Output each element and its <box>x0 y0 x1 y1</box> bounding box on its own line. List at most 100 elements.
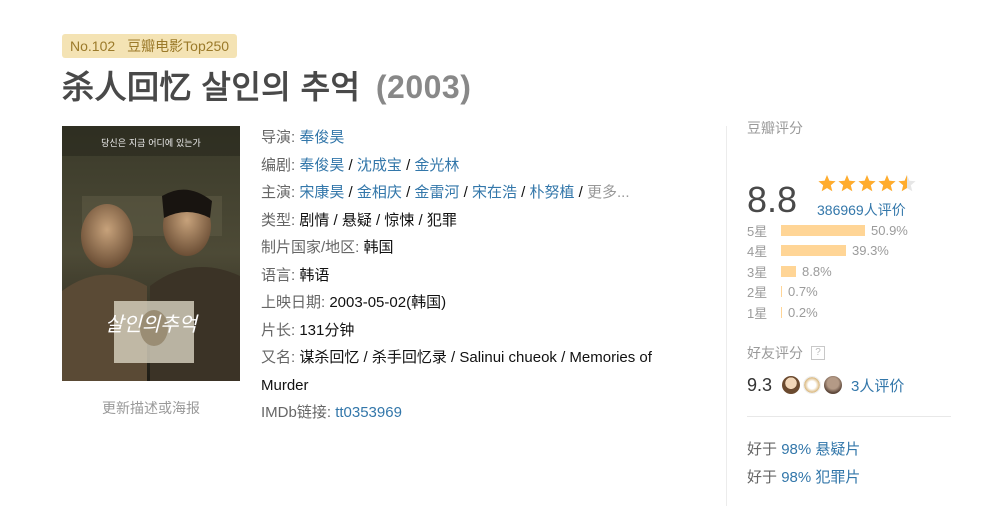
rating-bar-row: 1星 0.2% <box>747 302 908 323</box>
writer-link[interactable]: 奉俊昊 <box>299 157 344 174</box>
writer-link[interactable]: 沈成宝 <box>357 157 402 174</box>
avatar[interactable] <box>782 376 801 394</box>
aka-row: 又名: 谋杀回忆 / 杀手回忆录 / Salinui chueok / Memo… <box>261 344 701 399</box>
cast-link[interactable]: 朴努植 <box>529 184 574 201</box>
page-title: 杀人回忆 살인의 추억 (2003) <box>62 62 471 108</box>
cast-link[interactable]: 金雷河 <box>414 184 459 201</box>
rating-distribution: 5星 50.9% 4星 39.3% 3星 8.8% 2星 0.7% 1星 0.2% <box>747 220 908 323</box>
release-value: 2003-05-02(韩国) <box>329 294 447 311</box>
column-divider <box>726 126 727 506</box>
friends-rating-header: 好友评分 ? <box>747 343 825 363</box>
rating-bar-row: 3星 8.8% <box>747 261 908 282</box>
rating-bar-row: 5星 50.9% <box>747 220 908 241</box>
section-divider <box>747 416 951 417</box>
douban-rating-panel: 豆瓣评分 8.8 386969人评价 <box>747 118 967 220</box>
release-label: 上映日期: <box>261 294 326 311</box>
writer-link[interactable]: 金光林 <box>414 157 459 174</box>
friends-rating-row: 9.3 3人评价 <box>747 372 904 398</box>
rating-bar <box>781 224 865 236</box>
movie-subject-page: No.102 豆瓣电影Top250 杀人回忆 살인의 추억 (2003) 당신은… <box>0 0 1000 506</box>
aka-label: 又名: <box>261 349 296 366</box>
friends-votes-link[interactable]: 3人评价 <box>851 375 904 396</box>
better-than-percent[interactable]: 98% <box>781 469 811 486</box>
rating-bar-percent: 0.2% <box>788 304 818 320</box>
better-than-prefix: 好于 <box>747 469 778 486</box>
aka-value: 谋杀回忆 / 杀手回忆录 / Salinui chueok / Memories… <box>261 349 652 394</box>
poster-title: 살인의추억 <box>105 312 200 336</box>
avatar[interactable] <box>803 376 822 394</box>
rating-bar-label: 2星 <box>747 285 768 301</box>
cast-more-link[interactable]: 更多... <box>587 184 630 201</box>
rating-bar-percent: 50.9% <box>871 222 908 238</box>
language-value: 韩语 <box>299 266 330 284</box>
language-label: 语言: <box>261 266 296 284</box>
star-filled-icon <box>838 175 856 192</box>
writer-row: 编剧: 奉俊昊 / 沈成宝 / 金光林 <box>261 156 460 174</box>
genre-label: 类型: <box>261 211 296 229</box>
writer-label: 编剧 <box>261 156 292 174</box>
country-value: 韩国 <box>363 239 394 256</box>
rating-bar-percent: 8.8% <box>802 263 832 279</box>
runtime-value: 131分钟 <box>299 321 355 339</box>
cast-link[interactable]: 宋康昊 <box>299 184 344 201</box>
better-than-percent[interactable]: 98% <box>781 441 811 458</box>
avatar[interactable] <box>824 376 843 394</box>
movie-name: 杀人回忆 살인의 추억 <box>62 69 361 105</box>
star-icons <box>818 175 916 192</box>
rating-score: 8.8 <box>747 179 798 220</box>
help-icon[interactable]: ? <box>811 346 825 360</box>
imdb-link[interactable]: tt0353969 <box>335 404 402 421</box>
movie-year: (2003) <box>375 69 472 105</box>
runtime-label: 片长: <box>261 321 296 339</box>
rating-bar-percent: 39.3% <box>852 243 889 259</box>
star-filled-icon <box>818 175 836 192</box>
rating-bar <box>781 265 796 277</box>
score-row: 8.8 386969人评价 <box>747 138 967 220</box>
update-poster-link[interactable]: 更新描述或海报 <box>62 398 240 418</box>
better-than-item: 好于 98% 犯罪片 <box>747 466 860 487</box>
rating-bar-row: 2星 0.7% <box>747 282 908 303</box>
runtime-row: 片长: 131分钟 <box>261 317 701 345</box>
poster-image: 당신은 지금 어디에 있는가 살인의추억 <box>62 126 240 381</box>
better-than-prefix: 好于 <box>747 441 778 458</box>
cast-link[interactable]: 金相庆 <box>357 184 402 201</box>
director-row: 导演: 奉俊昊 <box>261 129 345 146</box>
rating-bar-label: 4星 <box>747 244 768 260</box>
genre-row: 类型: 剧情 / 悬疑 / 惊悚 / 犯罪 <box>261 207 701 235</box>
friends-score: 9.3 <box>747 374 773 395</box>
movie-info: 导演: 奉俊昊 编剧: 奉俊昊 / 沈成宝 / 金光林 主演: 宋康昊 / 金相… <box>261 124 701 427</box>
star-filled-icon <box>858 175 876 192</box>
director-link[interactable]: 奉俊昊 <box>299 129 344 146</box>
star-filled-icon <box>878 175 896 192</box>
rating-stars <box>817 174 917 194</box>
better-than-item: 好于 98% 悬疑片 <box>747 438 860 459</box>
rating-bar <box>781 286 782 298</box>
movie-poster[interactable]: 당신은 지금 어디에 있는가 살인의추억 <box>62 126 240 381</box>
rating-votes-link[interactable]: 386969人评价 <box>817 200 906 220</box>
release-row: 上映日期: 2003-05-02(韩国) <box>261 289 701 317</box>
imdb-row: IMDb链接: tt0353969 <box>261 399 701 427</box>
country-row: 制片国家/地区: 韩国 <box>261 234 701 262</box>
top250-label: 豆瓣电影Top250 <box>127 38 230 54</box>
rating-bar-percent: 0.7% <box>788 284 818 300</box>
rating-bar-row: 4星 39.3% <box>747 241 908 262</box>
cast-link[interactable]: 宋在浩 <box>472 184 517 201</box>
friends-header-label: 好友评分 <box>747 345 803 361</box>
poster-tagline: 당신은 지금 어디에 있는가 <box>101 137 201 149</box>
top250-badge[interactable]: No.102 豆瓣电影Top250 <box>62 34 238 58</box>
language-row: 语言: 韩语 <box>261 262 701 290</box>
imdb-label: IMDb链接: <box>261 404 332 421</box>
rating-bar <box>781 245 846 257</box>
better-than-genre[interactable]: 犯罪片 <box>815 469 860 486</box>
cast-label: 主演 <box>261 184 292 201</box>
director-label: 导演 <box>261 129 292 146</box>
rating-bar-label: 1星 <box>747 305 768 321</box>
rating-header: 豆瓣评分 <box>747 120 803 136</box>
cast-row: 主演: 宋康昊 / 金相庆 / 金雷河 / 宋在浩 / 朴努植 / 更多... <box>261 184 630 201</box>
rank-number: No.102 <box>70 38 116 54</box>
rating-bar-label: 5星 <box>747 223 768 239</box>
genre-value: 剧情 / 悬疑 / 惊悚 / 犯罪 <box>299 211 457 229</box>
rating-bar <box>781 306 782 318</box>
better-than-genre[interactable]: 悬疑片 <box>815 441 860 458</box>
country-label: 制片国家/地区: <box>261 239 360 256</box>
